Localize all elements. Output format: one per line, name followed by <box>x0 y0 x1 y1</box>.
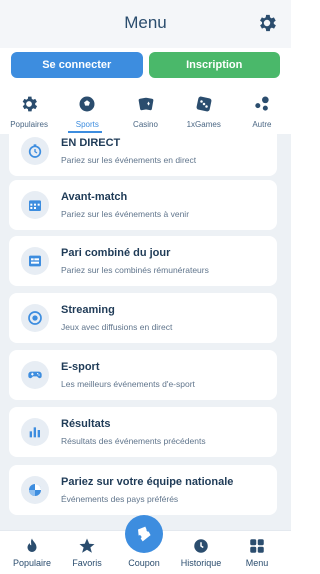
header: Menu <box>0 0 291 48</box>
menu-item-subtitle: Événements des pays préférés <box>61 494 179 504</box>
menu-item-esport[interactable]: E-sport Les meilleurs événements d'e-spo… <box>9 350 277 400</box>
active-tab-indicator <box>68 131 102 133</box>
tab-label: Casino <box>133 120 158 129</box>
nav-historique[interactable]: Historique <box>172 531 230 574</box>
stopwatch-icon <box>21 137 49 165</box>
bottom-nav: Populaire Favoris Coupon Historique Menu <box>0 515 291 574</box>
globe-icon <box>21 476 49 504</box>
flame-icon <box>27 538 37 552</box>
menu-item-daily-combo[interactable]: Pari combiné du jour Pariez sur les comb… <box>9 236 277 286</box>
nav-coupon[interactable]: Coupon <box>115 515 173 574</box>
menu-item-subtitle: Les meilleurs événements d'e-sport <box>61 379 195 389</box>
nav-label: Populaire <box>12 558 52 568</box>
tab-label: Autre <box>252 120 272 129</box>
menu-item-results[interactable]: Résultats Résultats des événements précé… <box>9 407 277 457</box>
gear-icon[interactable] <box>256 12 278 34</box>
tab-autre[interactable]: Autre <box>233 90 291 134</box>
tab-sports[interactable]: Sports <box>58 90 116 134</box>
menu-item-prematch[interactable]: Avant-match Pariez sur les événements à … <box>9 180 277 230</box>
menu-item-national-team[interactable]: Pariez sur votre équipe nationale Événem… <box>9 465 277 515</box>
signup-button[interactable]: Inscription <box>148 52 280 78</box>
menu-item-subtitle: Pariez sur les combinés rémunérateurs <box>61 265 209 275</box>
menu-item-title: Avant-match <box>61 191 128 203</box>
nav-label: Coupon <box>128 558 160 568</box>
login-button[interactable]: Se connecter <box>11 52 143 78</box>
nav-label: Menu <box>245 558 269 568</box>
stream-icon <box>21 304 49 332</box>
menu-item-live[interactable]: EN DIRECT Pariez sur les événements en d… <box>9 134 277 176</box>
grid-icon <box>250 539 264 553</box>
tab-populaires[interactable]: Populaires <box>0 90 58 134</box>
tab-label: 1xGames <box>186 120 221 129</box>
gamepad-icon <box>21 361 49 389</box>
dice-icon <box>196 96 212 112</box>
dots-icon <box>255 96 269 111</box>
tab-1xgames[interactable]: 1xGames <box>175 90 233 134</box>
menu-item-title: EN DIRECT <box>61 137 121 149</box>
menu-item-title: Pari combiné du jour <box>61 247 171 259</box>
page-title: Menu <box>124 13 167 32</box>
bar-chart-icon <box>21 418 49 446</box>
menu-item-subtitle: Jeux avec diffusions en direct <box>61 322 173 332</box>
nav-label: Favoris <box>72 558 102 568</box>
menu-item-title: E-sport <box>61 361 100 373</box>
menu-item-subtitle: Pariez sur les événements en direct <box>61 155 197 165</box>
tab-label: Populaires <box>10 120 48 129</box>
nav-favoris[interactable]: Favoris <box>58 531 116 574</box>
tab-label: Sports <box>75 120 99 129</box>
category-tabs: Populaires Sports Casino 1xGames Autre <box>0 90 291 134</box>
menu-list: EN DIRECT Pariez sur les événements en d… <box>0 134 291 530</box>
ticket-list-icon <box>21 247 49 275</box>
menu-item-title: Résultats <box>61 418 111 430</box>
menu-item-streaming[interactable]: Streaming Jeux avec diffusions en direct <box>9 293 277 343</box>
nav-menu[interactable]: Menu <box>228 531 286 574</box>
menu-item-title: Streaming <box>61 304 115 316</box>
star-icon <box>79 538 95 553</box>
soccer-ball-icon <box>79 96 95 112</box>
calendar-icon <box>21 191 49 219</box>
menu-item-title: Pariez sur votre équipe nationale <box>61 476 234 488</box>
coupon-ticket-icon <box>125 515 163 553</box>
tab-casino[interactable]: Casino <box>116 90 174 134</box>
menu-item-subtitle: Résultats des événements précédents <box>61 436 206 446</box>
auth-buttons: Se connecter Inscription <box>11 52 280 78</box>
clock-icon <box>194 539 208 553</box>
nav-label: Historique <box>180 558 222 568</box>
menu-item-subtitle: Pariez sur les événements à venir <box>61 209 190 219</box>
playing-cards-icon <box>138 97 153 111</box>
gear-icon <box>22 96 38 112</box>
nav-populaire[interactable]: Populaire <box>3 531 61 574</box>
